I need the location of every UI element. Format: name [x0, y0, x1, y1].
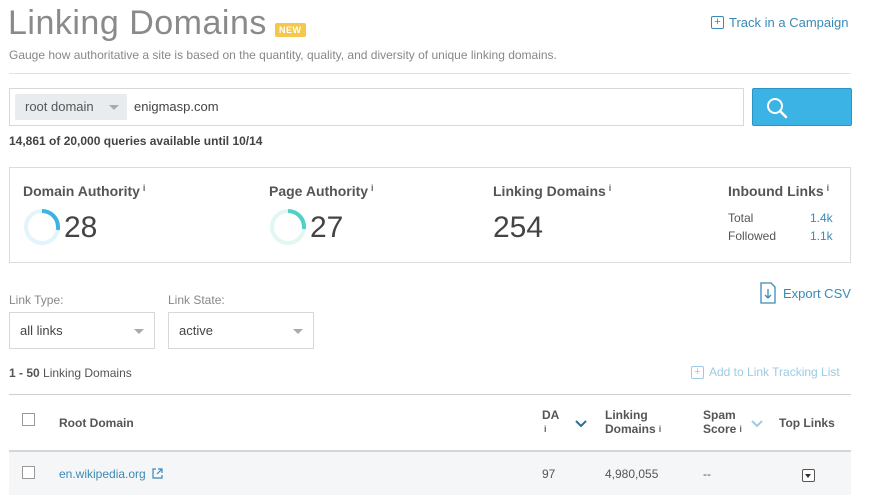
top-links-toggle[interactable]: [802, 469, 815, 482]
plus-icon: +: [711, 16, 724, 29]
row-domain-link[interactable]: en.wikipedia.org: [59, 467, 163, 481]
header-divider: [9, 73, 851, 74]
chevron-down-icon: [293, 329, 303, 334]
info-icon[interactable]: i: [827, 183, 830, 193]
link-state-select[interactable]: active: [168, 312, 314, 349]
inbound-followed-label: Followed: [728, 229, 777, 243]
domain-authority-value: 28: [64, 211, 98, 244]
info-icon[interactable]: i: [371, 183, 374, 193]
add-tracking-label: Add to Link Tracking List: [709, 365, 840, 379]
results-count: 1 - 50 Linking Domains: [9, 366, 132, 380]
linking-domains-label: Linking Domains i: [493, 183, 612, 199]
inbound-total-value[interactable]: 1.4k: [810, 211, 833, 225]
domain-authority-gauge: [24, 209, 60, 245]
page-authority-label: Page Authority i: [269, 183, 374, 199]
inbound-links-label: Inbound Links i: [728, 183, 830, 199]
link-type-label: Link Type:: [9, 293, 64, 307]
info-icon[interactable]: i: [143, 183, 146, 193]
page-title: Linking Domains: [8, 4, 267, 42]
row-spam-score: --: [703, 467, 711, 481]
export-csv-button[interactable]: Export CSV: [760, 282, 851, 304]
link-type-select[interactable]: all links: [9, 312, 155, 349]
info-icon[interactable]: i: [609, 183, 612, 193]
search-icon: [767, 98, 788, 119]
col-linking-domains[interactable]: Linking Domains i: [605, 408, 661, 436]
query-quota: 14,861 of 20,000 queries available until…: [9, 134, 263, 148]
link-state-value: active: [179, 323, 213, 338]
info-icon[interactable]: i: [659, 424, 662, 434]
inbound-followed-value[interactable]: 1.1k: [810, 229, 833, 243]
sort-icon[interactable]: [751, 420, 763, 428]
export-icon: [760, 282, 776, 304]
table-top-divider: [9, 394, 851, 395]
track-link-label: Track in a Campaign: [729, 15, 849, 30]
info-icon[interactable]: i: [739, 424, 742, 434]
page-authority-value: 27: [310, 211, 344, 244]
linking-domains-value: 254: [493, 211, 544, 244]
col-da[interactable]: DA i: [542, 408, 559, 436]
link-state-label: Link State:: [168, 293, 225, 307]
sort-desc-icon[interactable]: [575, 420, 587, 428]
domain-authority-label: Domain Authority i: [23, 183, 146, 199]
row-linking-domains: 4,980,055: [605, 467, 659, 481]
export-csv-label: Export CSV: [783, 285, 851, 301]
scope-select[interactable]: root domain: [15, 94, 127, 120]
external-link-icon[interactable]: [152, 468, 163, 479]
chevron-down-icon: [134, 329, 144, 334]
new-badge: NEW: [275, 23, 306, 37]
scope-select-value: root domain: [25, 99, 94, 114]
inbound-total-label: Total: [728, 211, 754, 225]
page-authority-gauge: [270, 209, 306, 245]
link-type-value: all links: [20, 323, 63, 338]
page-subtitle: Gauge how authoritative a site is based …: [9, 48, 557, 62]
search-bar: root domain enigmasp.com: [9, 88, 744, 126]
col-spam-score[interactable]: Spam Score i: [703, 408, 742, 436]
chevron-down-icon: [109, 105, 119, 110]
search-input[interactable]: enigmasp.com: [134, 99, 219, 114]
search-button[interactable]: [752, 88, 852, 126]
metrics-panel: [9, 167, 851, 263]
col-root-domain[interactable]: Root Domain: [59, 416, 134, 430]
plus-icon: +: [691, 365, 704, 379]
info-icon[interactable]: i: [544, 424, 547, 434]
row-da: 97: [542, 467, 556, 481]
chevron-down-icon: [805, 474, 811, 478]
col-top-links: Top Links: [779, 416, 835, 430]
row-checkbox[interactable]: [22, 466, 35, 479]
add-to-tracking-button[interactable]: + Add to Link Tracking List: [691, 365, 840, 379]
select-all-checkbox[interactable]: [22, 413, 35, 426]
track-in-campaign-link[interactable]: + Track in a Campaign: [711, 15, 848, 30]
